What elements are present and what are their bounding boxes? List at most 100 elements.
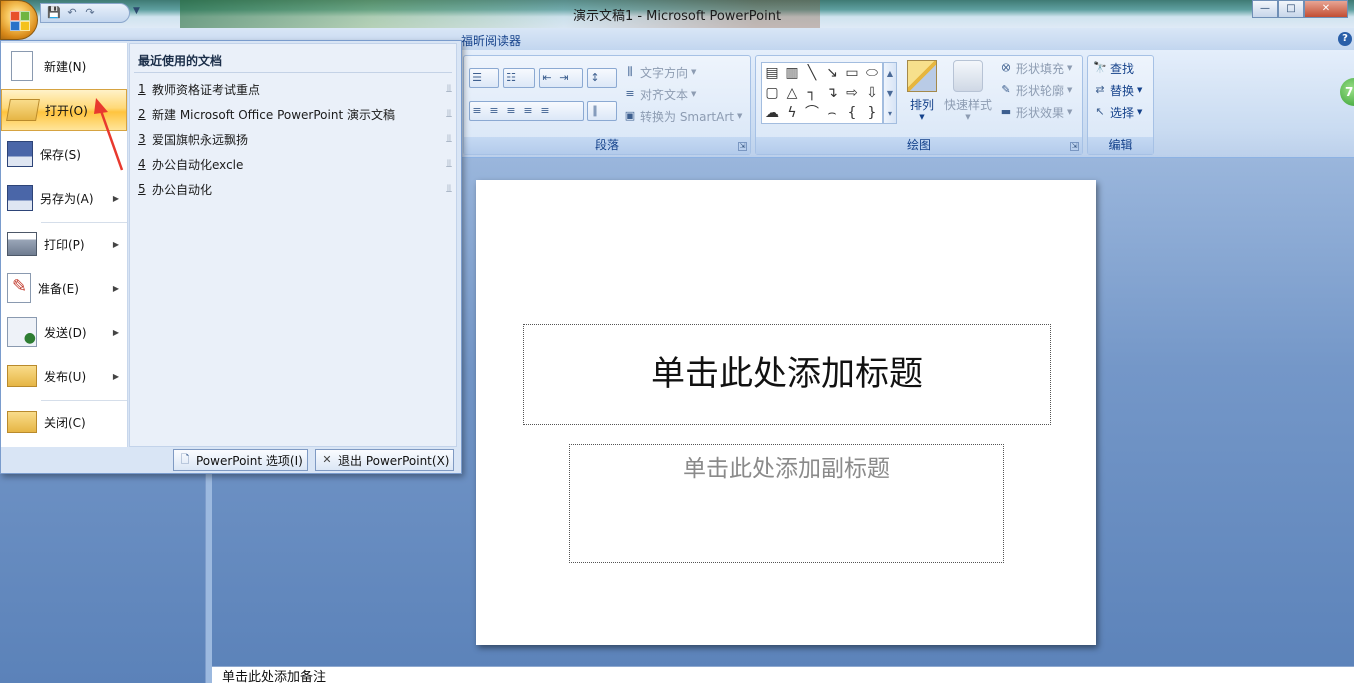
oval-shape-icon[interactable]: ⬭ bbox=[862, 63, 882, 83]
menu-item-close[interactable]: 关闭(C) bbox=[1, 401, 127, 443]
minimize-button[interactable]: — bbox=[1252, 0, 1278, 18]
select-label: 选择 bbox=[1110, 105, 1135, 120]
menu-item-open-label: 打开(O) bbox=[45, 103, 88, 118]
subtitle-placeholder[interactable]: 单击此处添加副标题 bbox=[569, 444, 1004, 563]
recent-document-item[interactable]: 3 爱国旗帜永远飘扬 ⫫ bbox=[138, 128, 452, 150]
right-arrow-shape-icon[interactable]: ⇨ bbox=[842, 83, 862, 103]
rectangle-shape-icon[interactable]: ▭ bbox=[842, 63, 862, 83]
recent-document-item[interactable]: 4 办公自动化excle ⫫ bbox=[138, 153, 452, 175]
align-center-icon[interactable]: ≡ bbox=[487, 104, 501, 118]
rounded-rect-shape-icon[interactable]: ▢ bbox=[762, 83, 782, 103]
text-direction-button[interactable]: ⫼ 文字方向 ▼ bbox=[622, 62, 697, 82]
shape-fill-button[interactable]: ⭙ 形状填充 ▼ bbox=[998, 58, 1073, 78]
customize-qat-button[interactable]: ▼ bbox=[133, 6, 140, 16]
recent-document-item[interactable]: 5 办公自动化 ⫫ bbox=[138, 178, 452, 200]
line-spacing-icon: ↕ bbox=[590, 71, 600, 84]
exit-powerpoint-button[interactable]: ✕ 退出 PowerPoint(X) bbox=[315, 449, 455, 471]
recent-documents-header: 最近使用的文档 bbox=[138, 54, 223, 68]
align-text-button[interactable]: ≡ 对齐文本 ▼ bbox=[622, 84, 697, 104]
indent-buttons[interactable]: ⇤ ⇥ bbox=[539, 68, 583, 88]
cloud-shape-icon[interactable]: ☁ bbox=[762, 103, 782, 123]
replace-button[interactable]: ⇄ 替换 ▼ bbox=[1092, 80, 1143, 100]
arc-shape-icon[interactable]: ⌢ bbox=[822, 103, 842, 123]
down-arrow-shape-icon[interactable]: ⇩ bbox=[862, 83, 882, 103]
shapes-gallery-scroll[interactable]: ▲ ▼ ▾ bbox=[883, 62, 897, 124]
find-button[interactable]: 🔭 查找 bbox=[1092, 58, 1135, 78]
menu-item-print[interactable]: 打印(P) ▶ bbox=[1, 223, 127, 265]
maximize-button[interactable]: □ bbox=[1278, 0, 1304, 18]
close-window-button[interactable]: ✕ bbox=[1304, 0, 1348, 18]
columns-button[interactable]: ∥ bbox=[587, 101, 617, 121]
numbering-button[interactable]: ☷ bbox=[503, 68, 535, 88]
line-shape-icon[interactable]: ╲ bbox=[802, 63, 822, 83]
lightning-shape-icon[interactable]: ϟ bbox=[782, 103, 802, 123]
textbox-shape-icon[interactable]: ▤ bbox=[762, 63, 782, 83]
menu-item-prepare[interactable]: ✎ 准备(E) ▶ bbox=[1, 267, 127, 309]
new-document-icon bbox=[11, 51, 33, 81]
paint-bucket-icon: ⭙ bbox=[1001, 61, 1011, 74]
align-right-icon[interactable]: ≡ bbox=[504, 104, 518, 118]
line-spacing-button[interactable]: ↕ bbox=[587, 68, 617, 88]
help-icon[interactable]: ? bbox=[1338, 32, 1352, 46]
vertical-textbox-shape-icon[interactable]: ▥ bbox=[782, 63, 802, 83]
arrange-button[interactable]: 排列 ▼ bbox=[902, 60, 942, 130]
undo-icon[interactable]: ↶ bbox=[65, 6, 79, 20]
shapes-gallery[interactable]: ▤ ▥ ╲ ↘ ▭ ⬭ ▢ △ ┐ ↴ ⇨ ⇩ ☁ ϟ ⌒ ⌢ { } bbox=[761, 62, 883, 124]
pin-icon[interactable]: ⫫ bbox=[446, 107, 452, 121]
recent-document-name: 办公自动化 bbox=[152, 182, 213, 197]
pin-icon[interactable]: ⫫ bbox=[446, 82, 452, 96]
notes-pane[interactable]: 单击此处添加备注 bbox=[212, 666, 1354, 683]
printer-icon bbox=[7, 232, 37, 256]
convert-smartart-button[interactable]: ▣ 转换为 SmartArt ▼ bbox=[622, 106, 743, 126]
select-button[interactable]: ↖ 选择 ▼ bbox=[1092, 102, 1143, 122]
scroll-up-icon[interactable]: ▲ bbox=[887, 69, 893, 78]
menu-item-new[interactable]: 新建(N) bbox=[1, 45, 127, 87]
pin-icon[interactable]: ⫫ bbox=[446, 157, 452, 171]
smartart-icon: ▣ bbox=[624, 109, 636, 122]
redo-icon[interactable]: ↷ bbox=[83, 6, 97, 20]
submenu-arrow-icon: ▶ bbox=[112, 327, 119, 337]
pin-icon[interactable]: ⫫ bbox=[446, 132, 452, 146]
curve-shape-icon[interactable]: ⌒ bbox=[802, 103, 822, 123]
shape-outline-button[interactable]: ✎ 形状轮廓 ▼ bbox=[998, 80, 1073, 100]
paragraph-dialog-launcher[interactable]: ⇲ bbox=[738, 142, 747, 151]
quick-styles-label: 快速样式 bbox=[943, 98, 992, 112]
chevron-down-icon: ▼ bbox=[736, 112, 743, 120]
elbow-connector-shape-icon[interactable]: ┐ bbox=[802, 83, 822, 103]
quick-styles-button[interactable]: 快速样式 ▼ bbox=[942, 60, 994, 130]
shape-effects-button[interactable]: ▬ 形状效果 ▼ bbox=[998, 102, 1073, 122]
quick-styles-icon bbox=[953, 60, 983, 92]
recent-document-item[interactable]: 2 新建 Microsoft Office PowerPoint 演示文稿 ⫫ bbox=[138, 103, 452, 125]
left-brace-shape-icon[interactable]: { bbox=[842, 103, 862, 123]
save-icon bbox=[7, 141, 33, 167]
window-controls: — □ ✕ bbox=[1252, 0, 1348, 18]
bullets-button[interactable]: ☰ bbox=[469, 68, 499, 88]
submenu-arrow-icon: ▶ bbox=[112, 283, 119, 293]
arrow-line-shape-icon[interactable]: ↘ bbox=[822, 63, 842, 83]
pin-icon[interactable]: ⫫ bbox=[446, 182, 452, 196]
triangle-shape-icon[interactable]: △ bbox=[782, 83, 802, 103]
align-text-label: 对齐文本 bbox=[640, 87, 689, 102]
alignment-buttons[interactable]: ≡ ≡ ≡ ≡ ≡ bbox=[469, 101, 584, 121]
menu-item-send[interactable]: ● 发送(D) ▶ bbox=[1, 311, 127, 353]
elbow-arrow-shape-icon[interactable]: ↴ bbox=[822, 83, 842, 103]
menu-item-save-as[interactable]: 另存为(A) ▶ bbox=[1, 177, 127, 219]
recent-number: 1 bbox=[138, 82, 146, 96]
convert-smartart-label: 转换为 SmartArt bbox=[640, 109, 734, 124]
recent-document-item[interactable]: 1 教师资格证考试重点 ⫫ bbox=[138, 78, 452, 100]
right-brace-shape-icon[interactable]: } bbox=[862, 103, 882, 123]
arrange-icon bbox=[907, 60, 937, 92]
title-placeholder[interactable]: 单击此处添加标题 bbox=[523, 324, 1051, 425]
distributed-icon[interactable]: ≡ bbox=[538, 104, 552, 118]
save-icon[interactable]: 💾 bbox=[47, 6, 61, 20]
drawing-dialog-launcher[interactable]: ⇲ bbox=[1070, 142, 1079, 151]
slide-canvas[interactable]: 单击此处添加标题 单击此处添加副标题 bbox=[476, 180, 1096, 645]
gallery-more-icon[interactable]: ▾ bbox=[888, 109, 892, 118]
scroll-down-icon[interactable]: ▼ bbox=[887, 89, 893, 98]
justify-icon[interactable]: ≡ bbox=[521, 104, 535, 118]
align-left-icon[interactable]: ≡ bbox=[470, 104, 484, 118]
menu-item-publish[interactable]: 发布(U) ▶ bbox=[1, 355, 127, 397]
pen-icon: ✎ bbox=[1001, 83, 1011, 96]
powerpoint-options-button[interactable]: 🗋 PowerPoint 选项(I) bbox=[173, 449, 308, 471]
tab-foxit-reader[interactable]: 福昕阅读器 bbox=[461, 32, 521, 49]
